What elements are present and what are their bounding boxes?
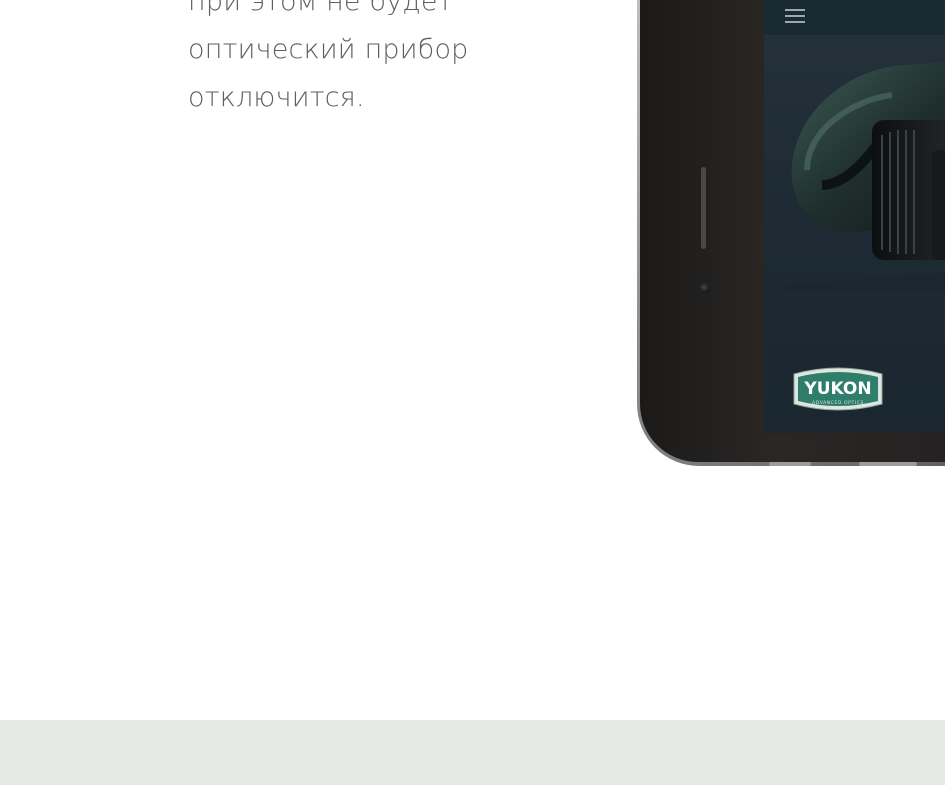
phone-speaker [701,167,706,249]
yukon-logo: YUKON ADVANCED OPTICS [793,367,883,411]
phone-side-button [769,462,811,466]
phone-screen: YUKON ADVANCED OPTICS [764,0,945,433]
phone-camera-icon [700,283,710,293]
footer-band [0,720,945,785]
logo-brand-text: YUKON [803,379,871,399]
screen-header [764,0,945,35]
binocular-image [782,62,945,290]
logo-tagline-text: ADVANCED OPTICS [812,400,864,406]
hamburger-menu-icon[interactable] [785,9,805,23]
article-text: при этом не будет оптический прибор откл… [188,0,568,122]
phone-side-button [859,462,917,466]
article-line-3: отключится. [188,82,365,113]
article-line-2: оптический прибор [188,34,469,65]
article-line-1: при этом не будет [188,0,453,17]
